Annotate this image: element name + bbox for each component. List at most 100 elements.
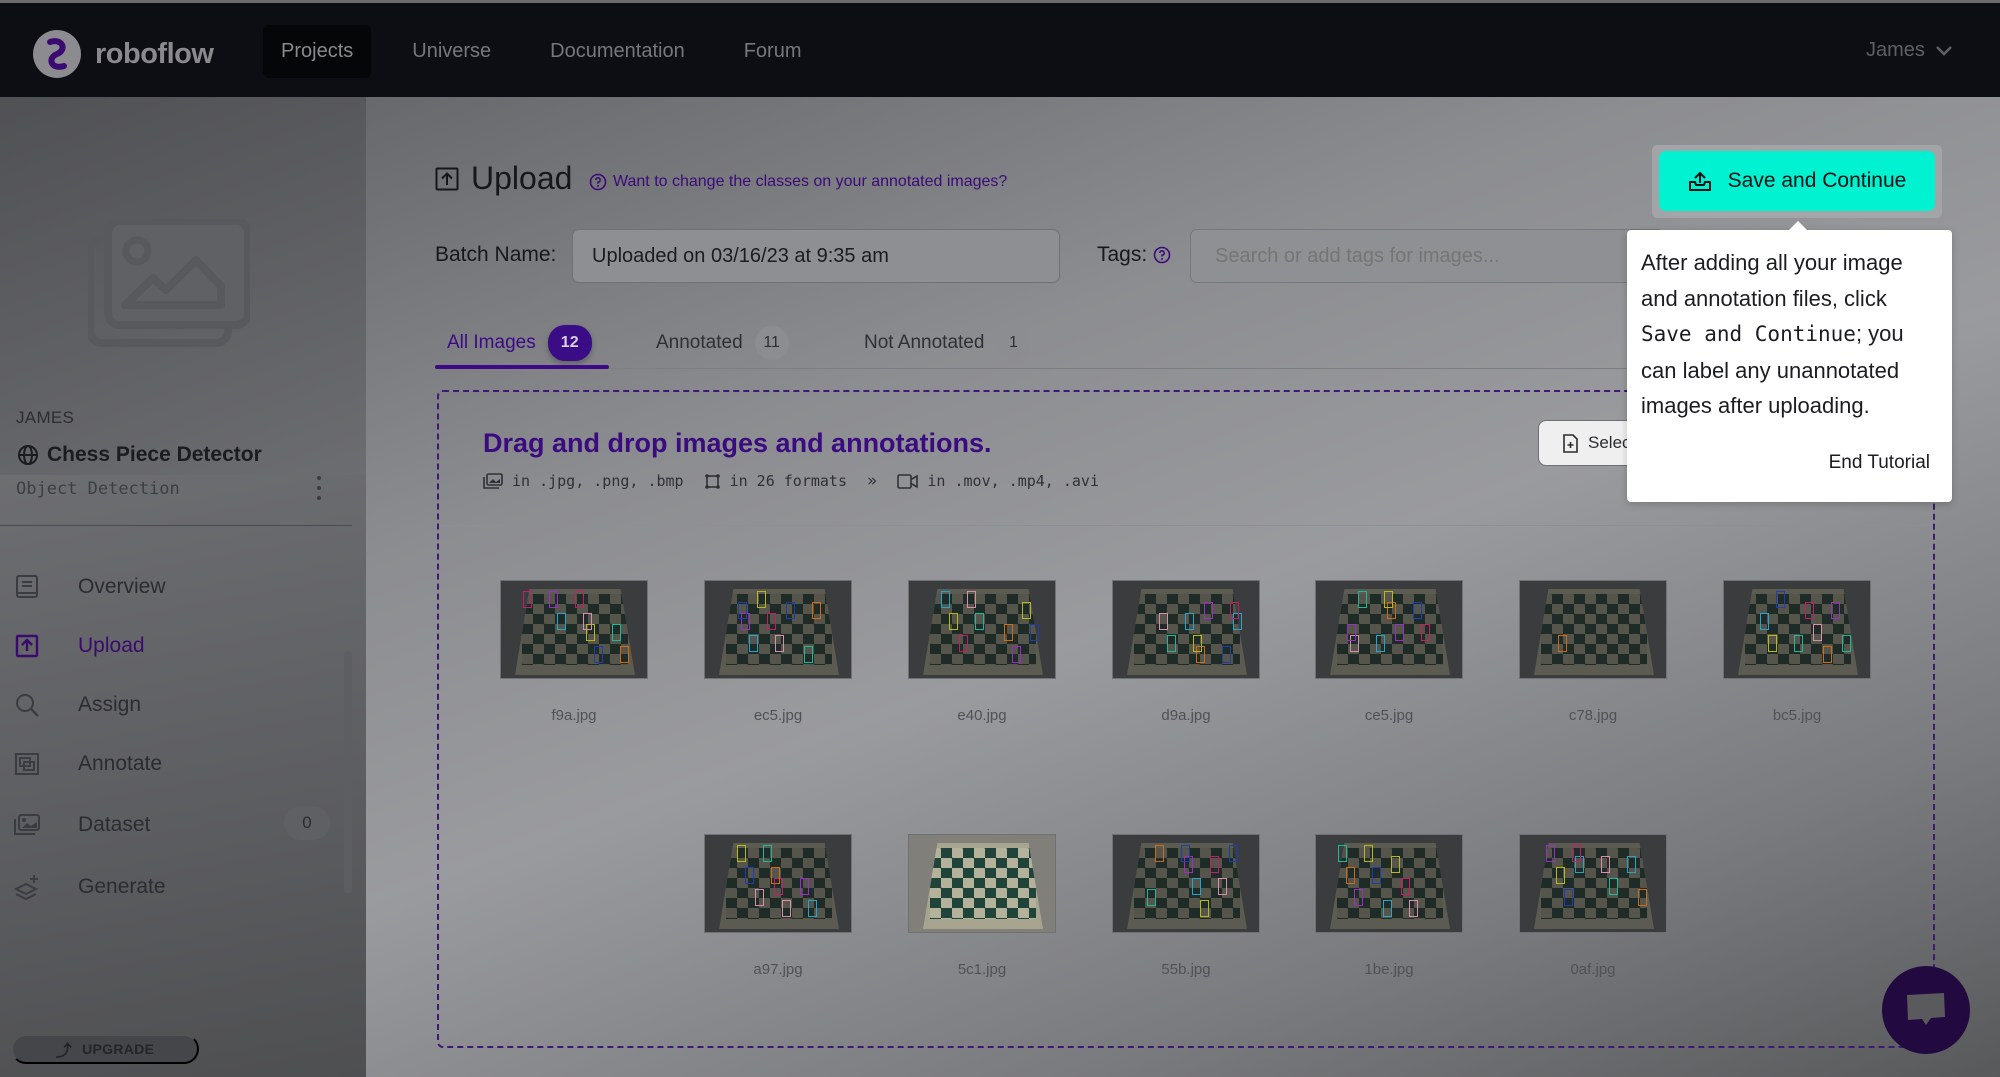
roboflow-logo[interactable]: roboflow bbox=[33, 30, 214, 78]
workspace-name: JAMES bbox=[16, 408, 75, 427]
sidebar-item-dataset[interactable]: Dataset 0 bbox=[0, 793, 340, 857]
thumbnail-filename: d9a.jpg bbox=[1161, 707, 1211, 724]
thumbnail-image[interactable] bbox=[908, 834, 1056, 933]
sidebar-item-label: Annotate bbox=[78, 751, 163, 775]
annotation-box bbox=[949, 613, 958, 630]
image-thumbnail[interactable]: ec5.jpg bbox=[704, 580, 852, 724]
thumbnail-image[interactable] bbox=[1519, 580, 1667, 679]
thumbnail-filename: c78.jpg bbox=[1568, 707, 1618, 724]
tags-input[interactable] bbox=[1190, 229, 1660, 283]
annotation-box bbox=[1831, 602, 1840, 619]
thumbnail-image[interactable] bbox=[500, 580, 648, 679]
annotation-box bbox=[1229, 845, 1238, 862]
thumbnail-image[interactable] bbox=[908, 580, 1056, 679]
annotation-box bbox=[583, 613, 592, 630]
sidebar-item-assign[interactable]: Assign bbox=[0, 675, 340, 734]
nav-forum[interactable]: Forum bbox=[726, 25, 820, 78]
image-thumbnail[interactable]: 0af.jpg bbox=[1519, 834, 1667, 978]
annotation-box bbox=[1572, 845, 1581, 862]
end-tutorial-button[interactable]: End Tutorial bbox=[1829, 452, 1930, 474]
sidebar-item-generate[interactable]: Generate bbox=[0, 857, 340, 917]
book-icon bbox=[16, 574, 38, 598]
annotation-box bbox=[775, 635, 784, 652]
sidebar-scrollbar[interactable] bbox=[344, 651, 352, 893]
annotation-box bbox=[1167, 635, 1176, 652]
nav-universe[interactable]: Universe bbox=[394, 25, 509, 78]
annotation-box bbox=[1210, 856, 1219, 873]
annotation-box bbox=[967, 591, 976, 608]
sidebar-item-label: Dataset bbox=[78, 813, 151, 836]
images-icon bbox=[483, 472, 503, 489]
thumbnail-image[interactable] bbox=[1315, 834, 1463, 933]
image-placeholder-icon bbox=[88, 219, 250, 347]
image-thumbnail[interactable]: ce5.jpg bbox=[1315, 580, 1463, 724]
annotation-box bbox=[557, 613, 566, 630]
nav-documentation[interactable]: Documentation bbox=[532, 25, 703, 78]
change-classes-link[interactable]: Want to change the classes on your annot… bbox=[589, 173, 1007, 191]
thumbnail-image[interactable] bbox=[1723, 580, 1871, 679]
tab-count-badge: 12 bbox=[547, 324, 592, 361]
tab-not-annotated[interactable]: Not Annotated 1 bbox=[864, 316, 1031, 369]
question-circle-icon[interactable] bbox=[1153, 246, 1171, 264]
project-name[interactable]: Chess Piece Detector bbox=[17, 443, 262, 467]
change-classes-text: Want to change the classes on your annot… bbox=[613, 173, 1008, 190]
thumbnail-image[interactable] bbox=[1112, 580, 1260, 679]
annotation-box bbox=[757, 591, 766, 608]
top-navbar: roboflow Projects Universe Documentation… bbox=[0, 0, 2000, 97]
more-formats-icon[interactable]: » bbox=[867, 471, 877, 491]
thumbnail-filename: bc5.jpg bbox=[1772, 707, 1822, 724]
logo-icon bbox=[33, 30, 81, 78]
tab-label: Not Annotated bbox=[864, 331, 985, 353]
annotation-box bbox=[1338, 845, 1347, 862]
annotation-box bbox=[1218, 878, 1227, 895]
thumbnail-image[interactable] bbox=[1315, 580, 1463, 679]
project-options-icon[interactable] bbox=[314, 476, 324, 500]
sidebar-item-upload[interactable]: Upload bbox=[0, 616, 340, 675]
image-thumbnail[interactable]: 5c1.jpg bbox=[908, 834, 1056, 978]
tags-label-text: Tags: bbox=[1097, 243, 1148, 266]
annotation-box bbox=[1155, 845, 1164, 862]
annotation-box bbox=[1030, 624, 1039, 641]
thumbnail-filename: 55b.jpg bbox=[1161, 961, 1211, 978]
user-menu[interactable]: James bbox=[1866, 39, 1953, 62]
upgrade-button[interactable]: ⤴ UPGRADE bbox=[11, 1034, 199, 1064]
tab-annotated[interactable]: Annotated 11 bbox=[656, 316, 789, 369]
tutorial-tooltip: After adding all your image and annotati… bbox=[1627, 221, 1952, 502]
thumbnail-image[interactable] bbox=[704, 834, 852, 933]
sidebar-item-label: Upload bbox=[78, 633, 145, 657]
annotation-box bbox=[812, 602, 821, 619]
batch-name-input[interactable] bbox=[572, 229, 1060, 283]
annotation-box bbox=[745, 867, 754, 884]
upload-icon bbox=[435, 167, 459, 190]
sidebar-item-annotate[interactable]: Annotate bbox=[0, 734, 340, 793]
sidebar-nav: Overview Upload Assign Annotate Dataset … bbox=[0, 557, 340, 917]
thumbnail-image[interactable] bbox=[1519, 834, 1667, 933]
image-thumbnail[interactable]: 55b.jpg bbox=[1112, 834, 1260, 978]
image-thumbnail[interactable]: bc5.jpg bbox=[1723, 580, 1871, 724]
annotation-box bbox=[1558, 635, 1567, 652]
annotation-box bbox=[1022, 602, 1031, 619]
chat-support-button[interactable] bbox=[1882, 966, 1970, 1054]
annotation-box bbox=[1193, 635, 1202, 652]
tab-label: All Images bbox=[447, 331, 536, 353]
image-thumbnail[interactable]: 1be.jpg bbox=[1315, 834, 1463, 978]
nav-projects[interactable]: Projects bbox=[263, 25, 372, 78]
annotation-box bbox=[1364, 845, 1373, 862]
image-thumbnail[interactable]: c78.jpg bbox=[1519, 580, 1667, 724]
thumbnail-image[interactable] bbox=[704, 580, 852, 679]
active-tab-indicator bbox=[435, 365, 609, 369]
image-thumbnail[interactable]: a97.jpg bbox=[704, 834, 852, 978]
annotation-box bbox=[1413, 602, 1422, 619]
supported-formats: in .jpg, .png, .bmp in 26 formats » in .… bbox=[483, 471, 1119, 491]
image-thumbnail[interactable]: f9a.jpg bbox=[500, 580, 648, 724]
image-thumbnail[interactable]: e40.jpg bbox=[908, 580, 1056, 724]
image-thumbnail[interactable]: d9a.jpg bbox=[1112, 580, 1260, 724]
annotation-box bbox=[1372, 867, 1381, 884]
annotation-box bbox=[738, 602, 747, 619]
annotation-box bbox=[1159, 613, 1168, 630]
save-and-continue-button[interactable]: Save and Continue bbox=[1659, 151, 1935, 211]
sidebar-item-overview[interactable]: Overview bbox=[0, 557, 340, 616]
thumbnail-image[interactable] bbox=[1112, 834, 1260, 933]
annotation-box bbox=[1354, 889, 1363, 906]
tab-all-images[interactable]: All Images 12 bbox=[447, 316, 592, 369]
